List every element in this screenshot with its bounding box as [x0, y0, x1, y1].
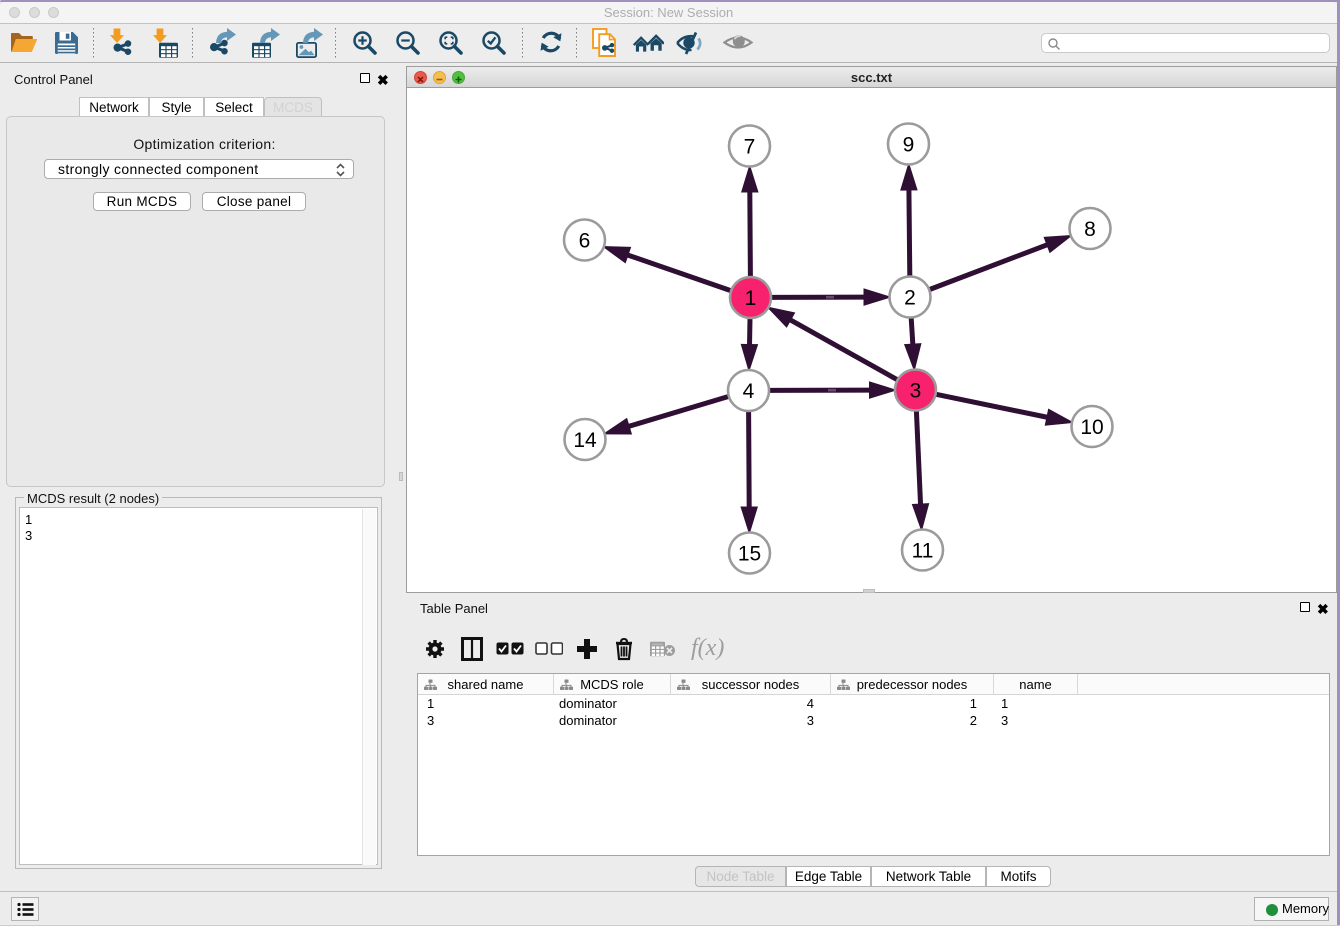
svg-text:2: 2	[904, 287, 916, 310]
svg-text:11: 11	[912, 540, 934, 563]
svg-text:15: 15	[738, 543, 761, 566]
svg-text:7: 7	[744, 136, 756, 159]
svg-text:4: 4	[743, 380, 755, 403]
svg-text:10: 10	[1080, 416, 1103, 439]
svg-text:1: 1	[745, 287, 757, 310]
svg-text:3: 3	[910, 380, 922, 403]
svg-text:6: 6	[579, 230, 591, 253]
svg-text:8: 8	[1084, 218, 1096, 241]
svg-text:14: 14	[573, 429, 597, 452]
svg-text:9: 9	[903, 134, 915, 157]
